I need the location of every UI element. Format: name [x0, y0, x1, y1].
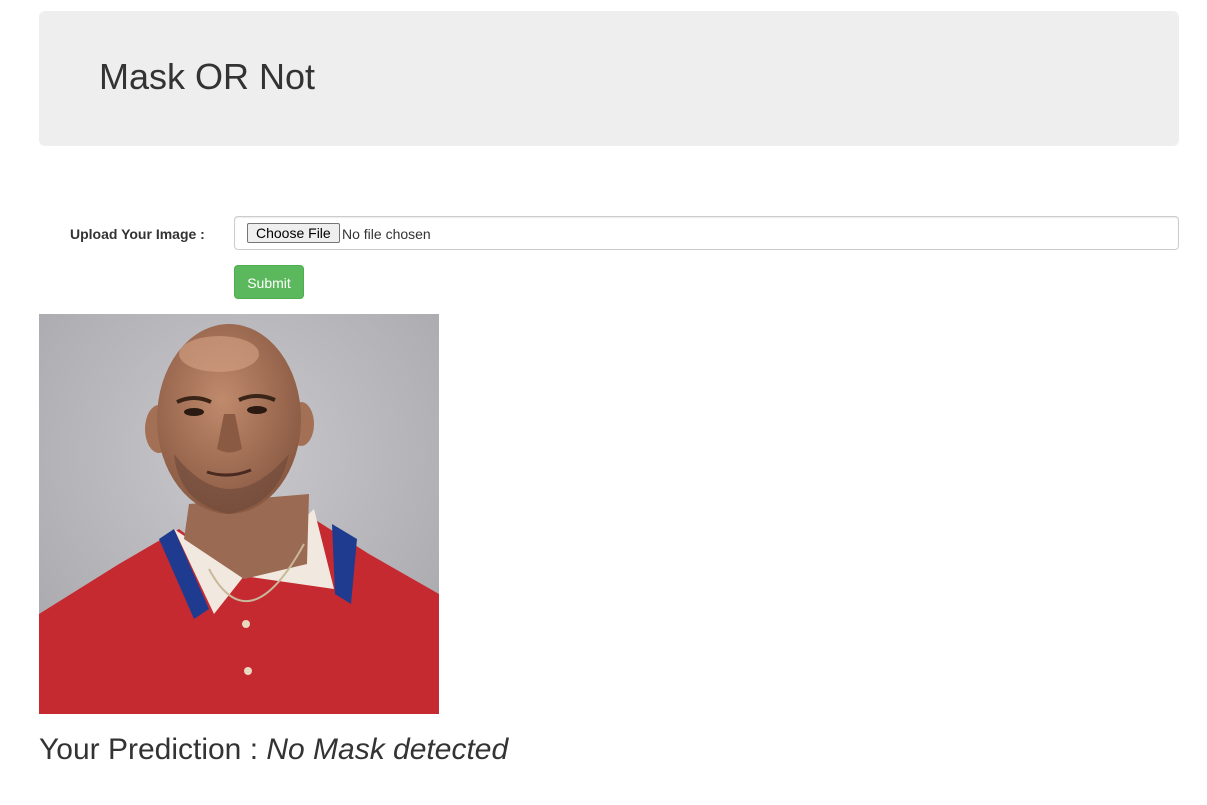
file-input[interactable]: Choose File No file chosen [234, 216, 1179, 250]
header-jumbotron: Mask OR Not [39, 11, 1179, 146]
prediction-result: Your Prediction : No Mask detected [39, 732, 508, 768]
prediction-value: No Mask detected [266, 733, 509, 766]
upload-image-label: Upload Your Image : [70, 226, 205, 242]
choose-file-button[interactable]: Choose File [247, 223, 340, 243]
file-status-text: No file chosen [342, 226, 431, 242]
prediction-label: Your Prediction : [39, 733, 267, 766]
page-title: Mask OR Not [99, 56, 316, 97]
submit-button[interactable]: Submit [234, 265, 304, 299]
uploaded-photo [39, 314, 439, 714]
